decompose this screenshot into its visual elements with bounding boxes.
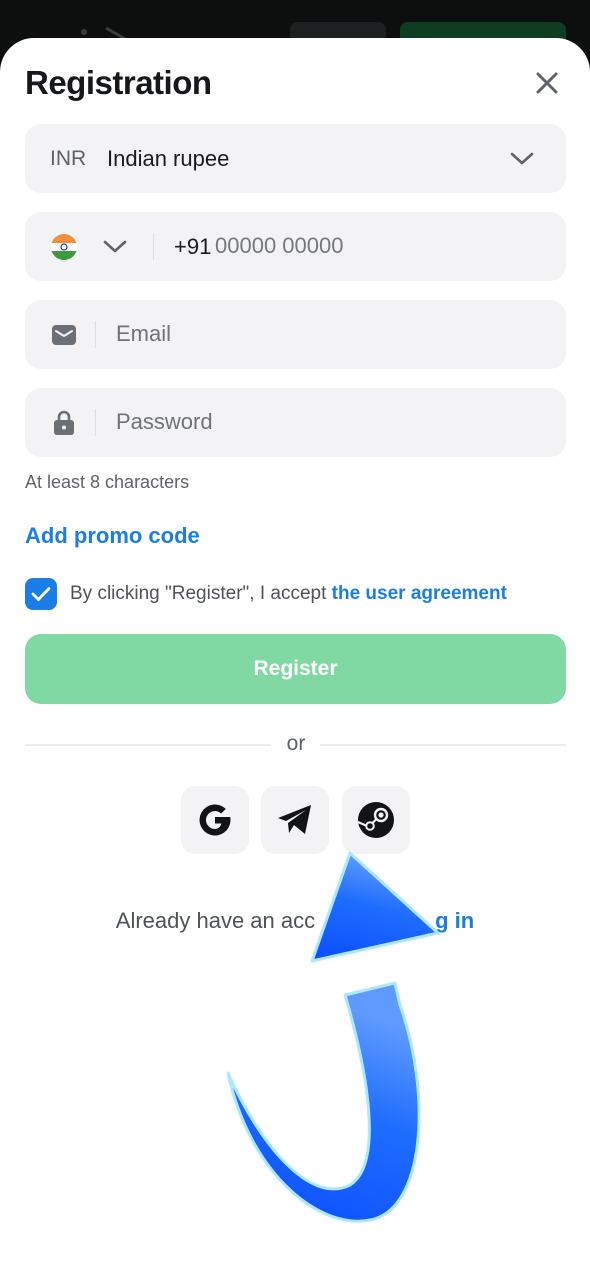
agreement-prefix: By clicking "Register", I accept [70,583,332,604]
steam-icon [357,802,394,838]
email-field [25,300,566,369]
password-input[interactable] [116,402,536,442]
google-login-button[interactable] [181,786,249,854]
close-button[interactable] [530,66,564,100]
currency-select[interactable]: INR Indian rupee [25,124,566,193]
country-code-chevron-down-icon[interactable] [102,234,128,260]
divider-line [320,744,566,746]
currency-code: INR [50,146,87,170]
password-field [25,388,566,457]
add-promo-code-link[interactable]: Add promo code [25,523,200,549]
agreement-row: By clicking "Register", I accept the use… [25,578,566,610]
or-label: or [286,732,306,755]
field-divider [95,409,96,436]
agreement-checkbox[interactable] [25,578,57,610]
currency-name: Indian rupee [107,145,230,171]
telegram-login-button[interactable] [261,786,329,854]
steam-login-button[interactable] [342,786,410,854]
envelope-icon [51,322,77,348]
agreement-text: By clicking "Register", I accept the use… [70,583,507,605]
india-flag-icon [51,234,77,260]
lock-icon [51,410,77,436]
registration-modal: Registration INR Indian rupee +91 00000 … [0,38,590,1280]
phone-field: +91 [25,212,566,281]
log-in-link[interactable]: g in [435,908,474,933]
login-prompt: Already have an acc g in [0,908,590,934]
phone-prefix: +91 [174,233,212,259]
telegram-icon [278,805,311,834]
field-divider [95,321,96,348]
google-icon [199,804,231,836]
check-icon [31,587,51,601]
user-agreement-link[interactable]: the user agreement [332,583,507,604]
login-prompt-text: Already have an acc [115,908,316,933]
field-divider [153,233,154,260]
password-hint: At least 8 characters [25,472,190,492]
email-input[interactable] [116,314,536,354]
chevron-down-icon [509,146,535,172]
register-button[interactable]: Register [25,634,566,704]
close-icon [536,72,558,94]
modal-title: Registration [25,64,212,101]
phone-input[interactable] [215,226,545,266]
divider-line [25,744,271,746]
